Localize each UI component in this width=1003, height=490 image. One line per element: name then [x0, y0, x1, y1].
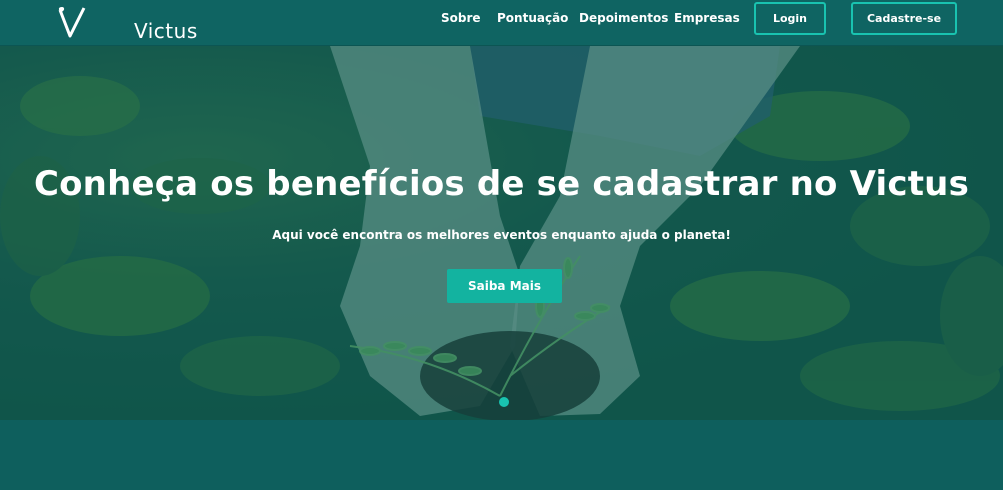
- saiba-mais-button[interactable]: Saiba Mais: [447, 269, 562, 303]
- signup-button[interactable]: Cadastre-se: [851, 2, 957, 35]
- victus-logo[interactable]: Victus: [56, 6, 197, 41]
- next-section: [0, 420, 1003, 490]
- login-button[interactable]: Login: [754, 2, 826, 35]
- nav-link-sobre[interactable]: Sobre: [441, 10, 481, 26]
- nav-link-depoimentos[interactable]: Depoimentos: [579, 10, 668, 26]
- hero-subtitle: Aqui você encontra os melhores eventos e…: [272, 228, 731, 242]
- hero-title: Conheça os benefícios de se cadastrar no…: [33, 164, 970, 204]
- top-navbar: Victus Sobre Pontuação Depoimentos Empre…: [0, 0, 1003, 46]
- hero-section: Conheça os benefícios de se cadastrar no…: [0, 46, 1003, 420]
- leaf-v-icon: [58, 7, 86, 38]
- carousel-indicator-dot[interactable]: [499, 397, 509, 407]
- nav-link-pontuacao[interactable]: Pontuação: [497, 10, 568, 26]
- brand-name: Victus: [134, 19, 198, 43]
- nav-link-empresas[interactable]: Empresas: [674, 10, 740, 26]
